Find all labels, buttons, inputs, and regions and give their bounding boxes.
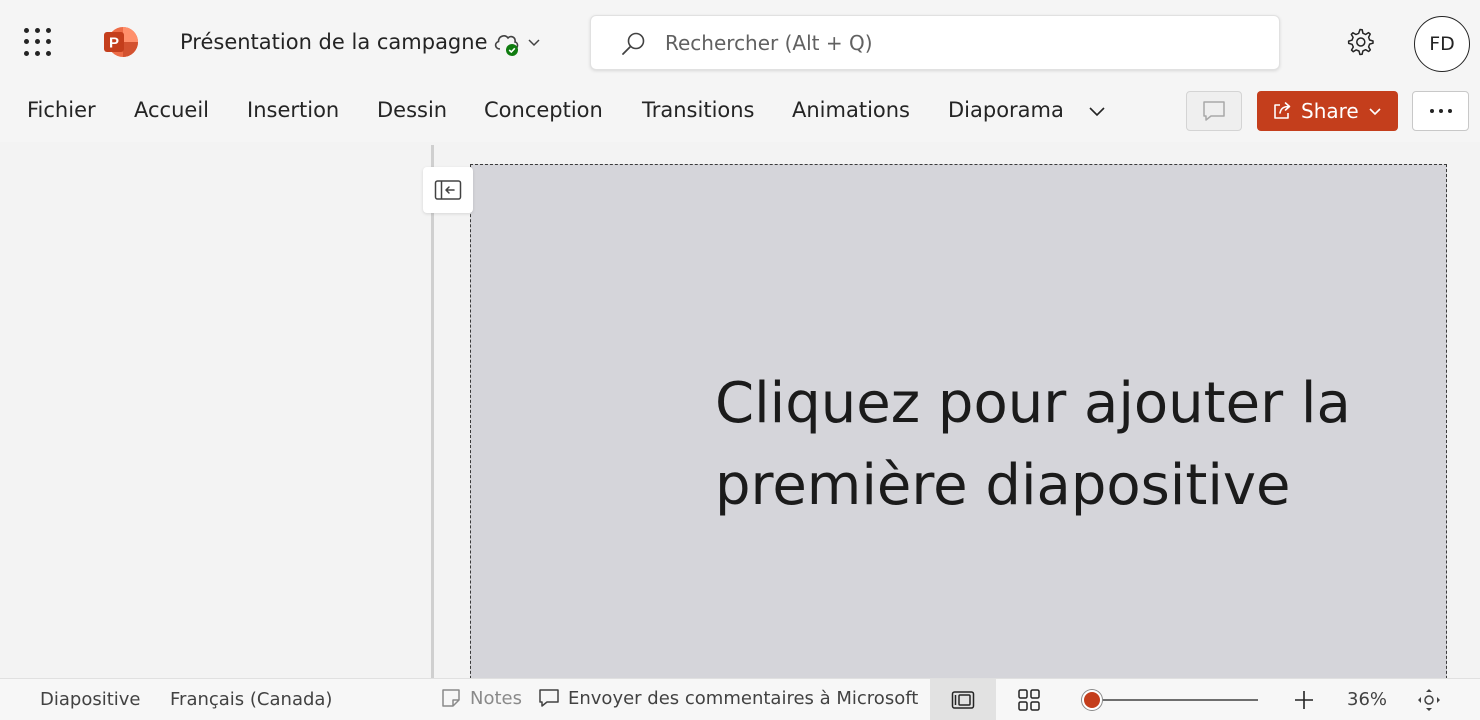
ribbon: Fichier Accueil Insertion Dessin Concept… bbox=[0, 82, 1480, 142]
tab-diaporama[interactable]: Diaporama bbox=[948, 98, 1064, 122]
feedback-label: Envoyer des commentaires à Microsoft bbox=[568, 687, 919, 709]
search-icon bbox=[622, 32, 645, 55]
slide-sorter-icon[interactable] bbox=[1016, 687, 1042, 713]
tab-accueil[interactable]: Accueil bbox=[134, 98, 209, 122]
more-options-button[interactable] bbox=[1412, 91, 1469, 131]
chevron-down-icon[interactable] bbox=[526, 34, 542, 50]
chevron-down-icon[interactable] bbox=[1086, 100, 1108, 122]
svg-text:P: P bbox=[109, 35, 119, 52]
feedback-icon bbox=[539, 689, 559, 707]
feedback-button[interactable]: Envoyer des commentaires à Microsoft bbox=[538, 687, 918, 709]
slide-canvas[interactable]: Cliquez pour ajouter la première diaposi… bbox=[470, 164, 1447, 678]
language-indicator[interactable]: Français (Canada) bbox=[170, 689, 332, 710]
zoom-slider-thumb[interactable] bbox=[1082, 690, 1102, 710]
plus-icon[interactable] bbox=[1292, 688, 1316, 712]
zoom-slider[interactable] bbox=[1080, 689, 1260, 711]
tab-transitions[interactable]: Transitions bbox=[642, 98, 755, 122]
tab-dessin[interactable]: Dessin bbox=[377, 98, 447, 122]
normal-view-button[interactable] bbox=[930, 679, 996, 720]
share-label: Share bbox=[1301, 99, 1359, 123]
collapse-pane-button[interactable] bbox=[423, 167, 473, 213]
comment-icon bbox=[1203, 101, 1225, 121]
zoom-track bbox=[1090, 699, 1258, 701]
share-icon bbox=[1274, 102, 1291, 119]
tab-animations[interactable]: Animations bbox=[792, 98, 910, 122]
tab-conception[interactable]: Conception bbox=[484, 98, 603, 122]
slide-editing-area: Cliquez pour ajouter la première diaposi… bbox=[434, 142, 1480, 678]
notes-button[interactable]: Notes bbox=[440, 687, 522, 709]
search-box[interactable] bbox=[590, 15, 1280, 70]
title-bar: P Présentation de la campagne FD bbox=[0, 0, 1480, 82]
normal-view-icon bbox=[951, 691, 975, 709]
status-bar: Diapositive Français (Canada) Notes Envo… bbox=[0, 678, 1480, 720]
fit-window-icon[interactable] bbox=[1416, 687, 1442, 713]
collapse-pane-icon bbox=[434, 180, 462, 200]
document-title[interactable]: Présentation de la campagne bbox=[180, 30, 488, 54]
ellipsis-icon bbox=[1429, 109, 1452, 113]
comments-button[interactable] bbox=[1186, 91, 1242, 131]
powerpoint-logo-icon[interactable]: P bbox=[103, 26, 139, 58]
zoom-level[interactable]: 36% bbox=[1347, 689, 1387, 710]
slide-thumbnail-pane[interactable] bbox=[0, 142, 431, 678]
share-button[interactable]: Share bbox=[1257, 91, 1398, 131]
tab-insertion[interactable]: Insertion bbox=[247, 98, 339, 122]
search-input[interactable] bbox=[665, 26, 1255, 60]
slide-indicator: Diapositive bbox=[40, 689, 141, 710]
cloud-check-icon[interactable] bbox=[492, 30, 522, 58]
slide-title-placeholder[interactable]: Cliquez pour ajouter la première diaposi… bbox=[715, 363, 1415, 527]
notes-icon bbox=[442, 689, 460, 707]
notes-label: Notes bbox=[470, 687, 522, 709]
chevron-down-icon bbox=[1369, 108, 1381, 116]
tab-fichier[interactable]: Fichier bbox=[27, 98, 96, 122]
avatar[interactable]: FD bbox=[1414, 16, 1470, 72]
waffle-icon[interactable] bbox=[24, 28, 52, 56]
gear-icon[interactable] bbox=[1344, 26, 1376, 58]
